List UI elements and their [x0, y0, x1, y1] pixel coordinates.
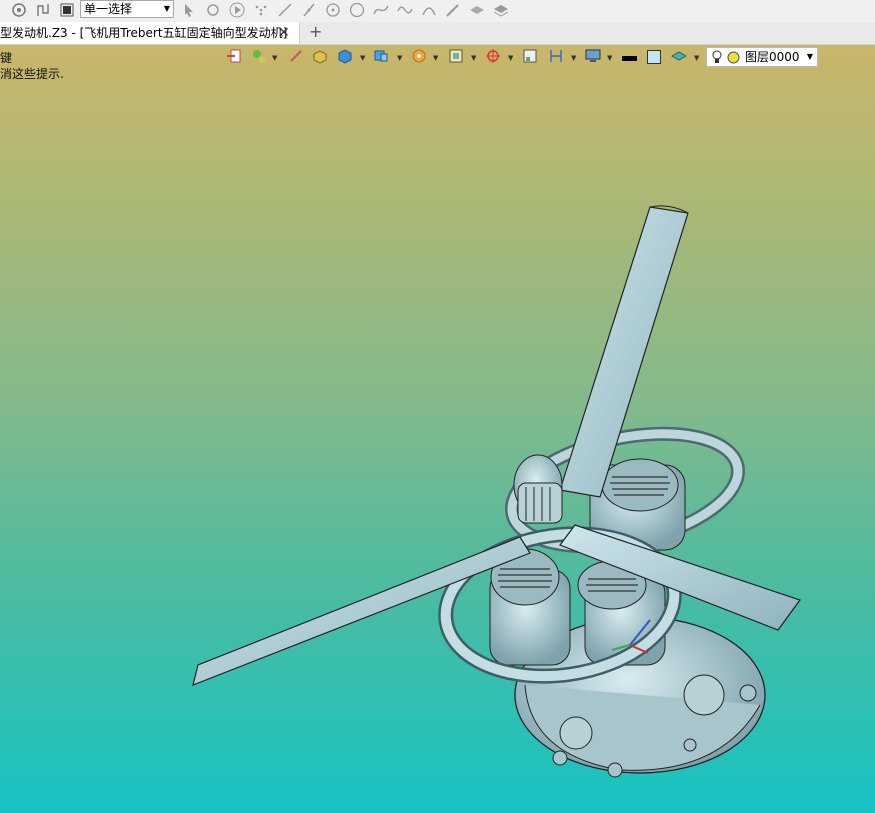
- selection-filter-value: 单一选择: [84, 2, 133, 16]
- top-toolbar: 单一选择 ▼: [0, 0, 875, 23]
- path-icon[interactable]: [34, 1, 52, 19]
- new-tab-button[interactable]: +: [309, 22, 322, 42]
- wave-icon[interactable]: [396, 1, 414, 19]
- slash-icon[interactable]: [300, 1, 318, 19]
- circle-point-icon[interactable]: [324, 1, 342, 19]
- stack-icon[interactable]: [492, 1, 510, 19]
- tab-document-title: 型发动机.Z3 - [飞机用Trebert五缸固定轴向型发动机]: [0, 26, 288, 40]
- curve-icon[interactable]: [372, 1, 390, 19]
- arc-icon[interactable]: [420, 1, 438, 19]
- cursor-icon[interactable]: [180, 1, 198, 19]
- pen-icon[interactable]: [444, 1, 462, 19]
- engine-model[interactable]: [0, 45, 875, 813]
- play-icon[interactable]: [228, 1, 246, 19]
- propeller-hub: [513, 454, 563, 524]
- 3d-viewport[interactable]: 键 消这些提示. ▼ ▼ ▼ ▼ ▼ ▼ ▼ ▼ ▼ 图层0000 ▼: [0, 45, 875, 813]
- layers-icon[interactable]: [468, 1, 486, 19]
- stop-icon[interactable]: [58, 1, 76, 19]
- gear-icon[interactable]: [10, 1, 28, 19]
- circle-icon[interactable]: [348, 1, 366, 19]
- document-tab-bar: 型发动机.Z3 - [飞机用Trebert五缸固定轴向型发动机] ✕: [0, 22, 875, 45]
- chevron-down-icon: ▼: [163, 4, 170, 13]
- tab-document[interactable]: 型发动机.Z3 - [飞机用Trebert五缸固定轴向型发动机] ✕: [0, 22, 300, 44]
- close-icon[interactable]: ✕: [278, 22, 290, 44]
- line-icon[interactable]: [276, 1, 294, 19]
- point-grid-icon[interactable]: [252, 1, 270, 19]
- selection-filter-dropdown[interactable]: 单一选择 ▼: [80, 0, 174, 18]
- rotate-icon[interactable]: [204, 1, 222, 19]
